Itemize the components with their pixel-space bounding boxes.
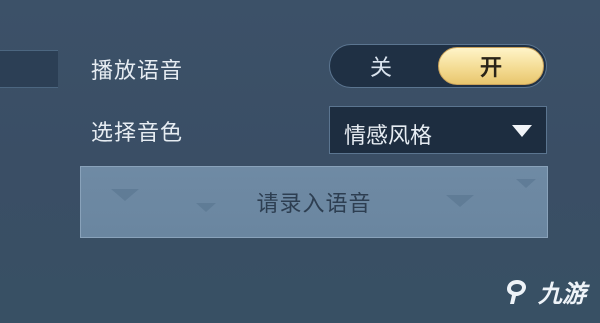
record-voice-label: 请录入语音 (256, 192, 372, 217)
decorative-triangle-icon (446, 195, 474, 207)
decorative-triangle-icon (111, 189, 139, 201)
side-tab[interactable] (0, 50, 58, 88)
watermark: 九游 (502, 274, 586, 309)
toggle-off-option[interactable]: 关 (330, 50, 432, 82)
select-tone-label: 选择音色 (91, 121, 184, 146)
voice-settings-panel: 播放语音 关 开 选择音色 情感风格 请录入语音 九游 (0, 0, 600, 323)
play-voice-toggle[interactable]: 关 开 (329, 44, 547, 88)
record-voice-button[interactable]: 请录入语音 (80, 166, 548, 238)
watermark-text: 九游 (538, 280, 586, 308)
toggle-on-option[interactable]: 开 (438, 47, 544, 85)
tone-select[interactable]: 情感风格 (329, 106, 547, 154)
nine-game-logo-icon (507, 279, 526, 304)
tone-select-value: 情感风格 (344, 124, 433, 149)
play-voice-label: 播放语音 (91, 59, 184, 84)
chevron-down-icon[interactable] (512, 125, 532, 137)
decorative-triangle-icon (196, 203, 216, 212)
decorative-triangle-icon (516, 179, 536, 188)
